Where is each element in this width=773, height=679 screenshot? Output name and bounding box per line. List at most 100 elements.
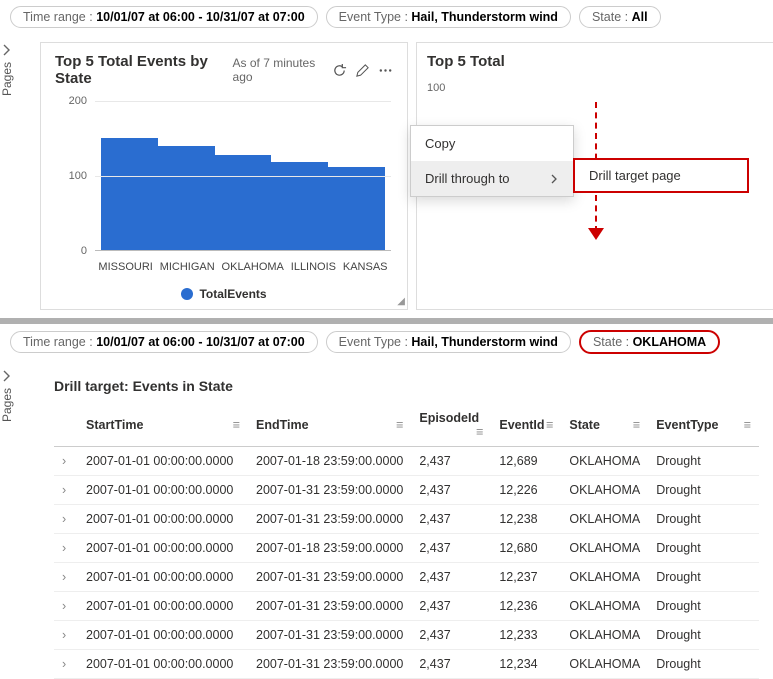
filter-label: Event Type :	[339, 335, 412, 349]
column-menu-icon[interactable]: ≡	[476, 425, 483, 439]
cell-starttime: 2007-01-01 00:00:00.0000	[78, 534, 248, 563]
events-table: StartTime≡EndTime≡EpisodeId≡EventId≡Stat…	[54, 404, 759, 679]
filter-value: 10/01/07 at 06:00 - 10/31/07 at 07:00	[96, 335, 304, 349]
filter-event-type[interactable]: Event Type : Hail, Thunderstorm wind	[326, 6, 571, 28]
cell-eventtype: Drought	[648, 505, 759, 534]
table-row[interactable]: ›2007-01-01 00:00:00.00002007-01-31 23:5…	[54, 476, 759, 505]
chart-title: Top 5 Total Events by State	[55, 53, 233, 87]
context-drill-through[interactable]: Drill through to	[411, 161, 573, 196]
column-menu-icon[interactable]: ≡	[233, 418, 240, 432]
table-row[interactable]: ›2007-01-01 00:00:00.00002007-01-31 23:5…	[54, 505, 759, 534]
cell-eventtype: Drought	[648, 650, 759, 679]
bar-michigan[interactable]	[158, 146, 215, 250]
expand-column	[54, 404, 78, 447]
cell-state: OKLAHOMA	[561, 505, 648, 534]
edit-icon[interactable]	[355, 63, 370, 78]
column-menu-icon[interactable]: ≡	[633, 418, 640, 432]
cell-eventid: 12,689	[491, 447, 561, 476]
expand-row-icon[interactable]: ›	[54, 505, 78, 534]
cell-state: OKLAHOMA	[561, 447, 648, 476]
table-row[interactable]: ›2007-01-01 00:00:00.00002007-01-31 23:5…	[54, 592, 759, 621]
cell-state: OKLAHOMA	[561, 650, 648, 679]
cell-endtime: 2007-01-31 23:59:00.0000	[248, 592, 411, 621]
cell-endtime: 2007-01-31 23:59:00.0000	[248, 476, 411, 505]
pages-label: Pages	[0, 62, 14, 96]
table-row[interactable]: ›2007-01-01 00:00:00.00002007-01-31 23:5…	[54, 650, 759, 679]
column-header-eventid[interactable]: EventId≡	[491, 404, 561, 447]
column-header-starttime[interactable]: StartTime≡	[78, 404, 248, 447]
filter-event-type[interactable]: Event Type : Hail, Thunderstorm wind	[326, 331, 571, 353]
filter-value: 10/01/07 at 06:00 - 10/31/07 at 07:00	[96, 10, 304, 24]
cell-state: OKLAHOMA	[561, 563, 648, 592]
y-axis-tick: 0	[81, 245, 87, 257]
pages-label: Pages	[0, 388, 14, 422]
bar-chart[interactable]: 0100200 MISSOURIMICHIGANOKLAHOMAILLINOIS…	[55, 91, 393, 281]
chevron-right-icon	[1, 370, 13, 382]
more-icon[interactable]	[378, 63, 393, 78]
context-menu: Copy Drill through to	[410, 125, 574, 197]
expand-row-icon[interactable]: ›	[54, 592, 78, 621]
legend-swatch	[181, 288, 193, 300]
expand-row-icon[interactable]: ›	[54, 621, 78, 650]
cell-eventtype: Drought	[648, 592, 759, 621]
refresh-icon[interactable]	[332, 63, 347, 78]
column-header-state[interactable]: State≡	[561, 404, 648, 447]
cell-starttime: 2007-01-01 00:00:00.0000	[78, 650, 248, 679]
expand-row-icon[interactable]: ›	[54, 563, 78, 592]
cell-episodeid: 2,437	[411, 563, 491, 592]
cell-eventid: 12,226	[491, 476, 561, 505]
x-axis-label: KANSAS	[343, 261, 388, 273]
expand-row-icon[interactable]: ›	[54, 534, 78, 563]
filter-label: Time range :	[23, 335, 96, 349]
bar-kansas[interactable]	[328, 167, 385, 250]
filter-time-range[interactable]: Time range : 10/01/07 at 06:00 - 10/31/0…	[10, 6, 318, 28]
chart-card-top5-states: Top 5 Total Events by State As of 7 minu…	[40, 42, 408, 310]
column-header-eventtype[interactable]: EventType≡	[648, 404, 759, 447]
filter-value: Hail, Thunderstorm wind	[411, 10, 558, 24]
y-axis-tick: 100	[69, 170, 87, 182]
cell-episodeid: 2,437	[411, 447, 491, 476]
cell-eventtype: Drought	[648, 447, 759, 476]
filter-time-range[interactable]: Time range : 10/01/07 at 06:00 - 10/31/0…	[10, 331, 318, 353]
drill-target-submenu-item[interactable]: Drill target page	[573, 158, 749, 193]
table-row[interactable]: ›2007-01-01 00:00:00.00002007-01-31 23:5…	[54, 563, 759, 592]
drill-title: Drill target: Events in State	[54, 378, 759, 394]
bar-missouri[interactable]	[101, 138, 158, 250]
filter-label: Event Type :	[339, 10, 412, 24]
table-row[interactable]: ›2007-01-01 00:00:00.00002007-01-31 23:5…	[54, 621, 759, 650]
expand-row-icon[interactable]: ›	[54, 447, 78, 476]
column-menu-icon[interactable]: ≡	[546, 418, 553, 432]
filter-state[interactable]: State : All	[579, 6, 661, 28]
expand-row-icon[interactable]: ›	[54, 650, 78, 679]
cell-starttime: 2007-01-01 00:00:00.0000	[78, 592, 248, 621]
x-axis-label: MISSOURI	[98, 261, 152, 273]
y-axis-tick: 200	[69, 95, 87, 107]
cell-eventid: 12,233	[491, 621, 561, 650]
cell-eventid: 12,237	[491, 563, 561, 592]
cell-starttime: 2007-01-01 00:00:00.0000	[78, 476, 248, 505]
column-header-episodeid[interactable]: EpisodeId≡	[411, 404, 491, 447]
cell-episodeid: 2,437	[411, 621, 491, 650]
cell-state: OKLAHOMA	[561, 476, 648, 505]
chevron-right-icon	[549, 174, 559, 184]
drill-target-card: Drill target: Events in State StartTime≡…	[40, 368, 773, 679]
filter-label: State :	[592, 10, 632, 24]
pages-panel-toggle[interactable]: Pages	[0, 360, 28, 679]
x-axis-label: ILLINOIS	[291, 261, 336, 273]
filter-state[interactable]: State : OKLAHOMA	[579, 330, 720, 354]
bar-oklahoma[interactable]	[215, 155, 272, 250]
column-menu-icon[interactable]: ≡	[744, 418, 751, 432]
resize-handle-icon[interactable]: ◢	[397, 296, 405, 307]
cell-endtime: 2007-01-31 23:59:00.0000	[248, 505, 411, 534]
context-copy[interactable]: Copy	[411, 126, 573, 161]
cell-eventtype: Drought	[648, 563, 759, 592]
pages-panel-toggle[interactable]: Pages	[0, 34, 28, 318]
table-row[interactable]: ›2007-01-01 00:00:00.00002007-01-18 23:5…	[54, 447, 759, 476]
expand-row-icon[interactable]: ›	[54, 476, 78, 505]
cell-endtime: 2007-01-31 23:59:00.0000	[248, 650, 411, 679]
cell-eventid: 12,234	[491, 650, 561, 679]
column-menu-icon[interactable]: ≡	[396, 418, 403, 432]
table-row[interactable]: ›2007-01-01 00:00:00.00002007-01-18 23:5…	[54, 534, 759, 563]
cell-state: OKLAHOMA	[561, 592, 648, 621]
column-header-endtime[interactable]: EndTime≡	[248, 404, 411, 447]
